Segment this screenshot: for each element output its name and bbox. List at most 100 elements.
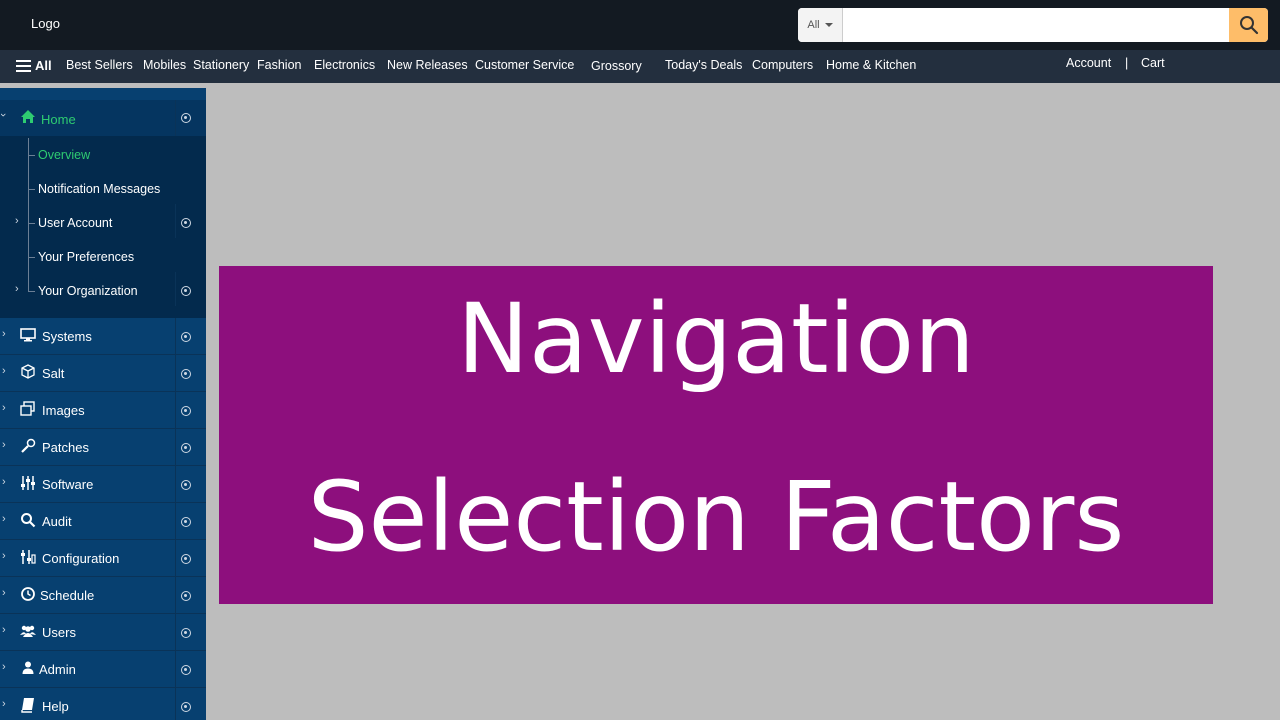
- pin-icon[interactable]: [181, 218, 191, 228]
- nav-cart[interactable]: Cart: [1141, 56, 1165, 70]
- nav-account[interactable]: Account: [1066, 56, 1111, 70]
- chevron-right-icon: ›: [2, 661, 6, 673]
- nav-separator: |: [1125, 56, 1129, 70]
- sidebar-item-software[interactable]: › Software: [0, 466, 206, 503]
- sidebar-item-admin[interactable]: › Admin: [0, 651, 206, 688]
- submenu-user-account[interactable]: User Account: [38, 216, 112, 230]
- users-icon: [20, 625, 36, 637]
- sidebar-item-salt[interactable]: › Salt: [0, 355, 206, 392]
- pin-icon[interactable]: [181, 517, 191, 527]
- book-icon: [21, 698, 34, 713]
- nav-home-kitchen[interactable]: Home & Kitchen: [826, 58, 916, 72]
- pin-icon[interactable]: [181, 286, 191, 296]
- nav-best-sellers[interactable]: Best Sellers: [66, 58, 133, 72]
- search-input[interactable]: [843, 8, 1229, 42]
- nav-mobiles[interactable]: Mobiles: [143, 58, 186, 72]
- sidebar-item-label: Salt: [42, 366, 65, 381]
- divider: [175, 100, 176, 137]
- sidebar-item-audit[interactable]: › Audit: [0, 503, 206, 540]
- sidebar-item-label: Schedule: [40, 588, 95, 603]
- sidebar-item-systems[interactable]: › Systems: [0, 318, 206, 355]
- divider: [175, 540, 176, 577]
- sidebar-item-label: Help: [42, 699, 69, 714]
- clock-icon: [21, 587, 35, 601]
- sidebar-item-home[interactable]: › Home: [0, 100, 206, 137]
- submenu-overview[interactable]: Overview: [38, 148, 90, 162]
- sidebar-item-configuration[interactable]: › Configuration: [0, 540, 206, 577]
- nav-fashion[interactable]: Fashion: [257, 58, 301, 72]
- chevron-right-icon: ›: [2, 624, 6, 636]
- banner-title-line2: Selection Factors: [307, 461, 1125, 573]
- nav-new-releases[interactable]: New Releases: [387, 58, 468, 72]
- search-icon: [21, 513, 36, 528]
- chevron-right-icon[interactable]: ›: [15, 283, 19, 295]
- sidebar-item-label: Patches: [42, 440, 89, 455]
- pin-icon[interactable]: [181, 443, 191, 453]
- chevron-right-icon: ›: [2, 439, 6, 451]
- search-icon: [1239, 16, 1258, 35]
- pin-icon[interactable]: [181, 369, 191, 379]
- divider: [175, 466, 176, 503]
- divider: [175, 204, 176, 238]
- sidebar-item-patches[interactable]: › Patches: [0, 429, 206, 466]
- nav-todays-deals[interactable]: Today's Deals: [665, 58, 742, 72]
- home-submenu: Overview Notification Messages › User Ac…: [0, 136, 206, 318]
- sidebar-item-label: Admin: [39, 662, 76, 677]
- nav-customer-service[interactable]: Customer Service: [475, 58, 574, 72]
- pin-icon[interactable]: [181, 113, 191, 123]
- tree-tick: [28, 291, 35, 292]
- submenu-your-organization[interactable]: Your Organization: [38, 284, 138, 298]
- pin-icon[interactable]: [181, 554, 191, 564]
- sidebar-item-label: Images: [42, 403, 85, 418]
- all-menu-label: All: [35, 58, 52, 73]
- nav-stationery[interactable]: Stationery: [193, 58, 249, 72]
- nav-bar: All Best Sellers Mobiles Stationery Fash…: [0, 50, 1280, 83]
- sidebar-item-label: Audit: [42, 514, 72, 529]
- search-button[interactable]: [1229, 8, 1268, 42]
- chevron-right-icon: ›: [2, 328, 6, 340]
- submenu-your-preferences[interactable]: Your Preferences: [38, 250, 134, 264]
- top-bar: Logo All: [0, 0, 1280, 50]
- chevron-right-icon[interactable]: ›: [15, 215, 19, 227]
- sidebar-item-label: Systems: [42, 329, 92, 344]
- chevron-right-icon: ›: [2, 587, 6, 599]
- tree-line: [28, 138, 29, 292]
- hamburger-icon: [16, 59, 31, 72]
- chevron-right-icon: ›: [2, 550, 6, 562]
- divider: [175, 614, 176, 651]
- all-menu-button[interactable]: All: [16, 58, 52, 73]
- search-category-dropdown[interactable]: All: [798, 8, 843, 42]
- search-category-label: All: [807, 19, 820, 31]
- sidebar-item-images[interactable]: › Images: [0, 392, 206, 429]
- sidebar-item-label: Software: [42, 477, 94, 492]
- tree-tick: [28, 223, 35, 224]
- monitor-icon: [20, 328, 36, 342]
- pin-icon[interactable]: [181, 702, 191, 712]
- config-icon: [21, 550, 36, 564]
- pin-icon[interactable]: [181, 628, 191, 638]
- cube-icon: [21, 364, 35, 379]
- sidebar-item-schedule[interactable]: › Schedule: [0, 577, 206, 614]
- divider: [175, 355, 176, 392]
- nav-grossory[interactable]: Grossory: [591, 59, 642, 73]
- chevron-right-icon: ›: [2, 476, 6, 488]
- pin-icon[interactable]: [181, 480, 191, 490]
- title-banner: Navigation Selection Factors: [219, 266, 1213, 604]
- submenu-notification-messages[interactable]: Notification Messages: [38, 182, 160, 196]
- chevron-right-icon: ›: [2, 402, 6, 414]
- tree-tick: [28, 155, 35, 156]
- pin-icon[interactable]: [181, 332, 191, 342]
- pin-icon[interactable]: [181, 665, 191, 675]
- caret-down-icon: [824, 23, 833, 27]
- divider: [175, 688, 176, 720]
- pin-icon[interactable]: [181, 591, 191, 601]
- patches-icon: [21, 438, 36, 453]
- tree-tick: [28, 189, 35, 190]
- sidebar-item-users[interactable]: › Users: [0, 614, 206, 651]
- nav-computers[interactable]: Computers: [752, 58, 813, 72]
- chevron-right-icon: ›: [2, 365, 6, 377]
- sidebar-item-help[interactable]: › Help: [0, 688, 206, 720]
- nav-electronics[interactable]: Electronics: [314, 58, 375, 72]
- logo[interactable]: Logo: [31, 16, 60, 31]
- pin-icon[interactable]: [181, 406, 191, 416]
